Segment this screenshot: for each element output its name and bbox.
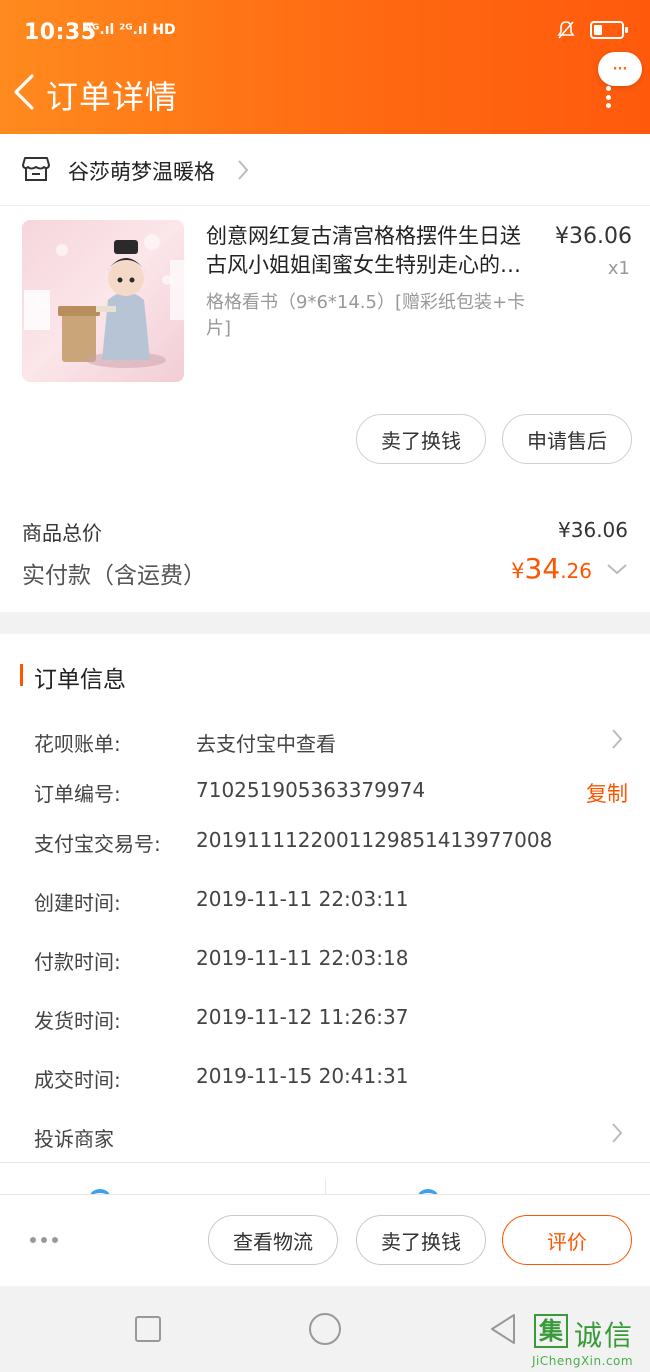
- watermark-url: JiChengXin.com: [532, 1354, 634, 1368]
- goods-total-label: 商品总价: [22, 521, 102, 545]
- status-icons: [556, 20, 628, 40]
- divider: [325, 1179, 326, 1195]
- bottom-action-bar: 查看物流 卖了换钱 评价: [0, 1194, 650, 1286]
- huabei-bill-value[interactable]: 去支付宝中查看: [196, 728, 336, 757]
- section-accent-bar: [20, 664, 23, 686]
- page-title: 订单详情: [46, 78, 179, 116]
- more-actions-icon[interactable]: [30, 1237, 58, 1243]
- order-card: 谷莎萌梦温暖格 创意网红复古清宫格格摆件生日送古风小姐姐闺蜜女生特别走心的礼 ¥…: [0, 134, 650, 612]
- watermark-text: 诚信: [574, 1319, 635, 1352]
- deal-time-label: 成交时间:: [34, 1068, 121, 1092]
- back-triangle-icon[interactable]: [488, 1312, 518, 1346]
- contact-row-partial: [0, 1162, 650, 1195]
- chevron-right-icon[interactable]: [610, 1122, 624, 1144]
- product-sku: 格格看书（9*6*14.5）[赠彩纸包装+卡片]: [206, 292, 526, 339]
- product-price: ¥36.06: [555, 224, 632, 249]
- app-header: 10:35 ⁴ᴳ.ıl ²ᴳ.ıl HD 订单详情 ···: [0, 0, 650, 134]
- chevron-right-icon: [238, 160, 249, 180]
- paid-amount-label: 实付款（含运费）: [22, 563, 206, 589]
- huabei-bill-label: 花呗账单:: [34, 732, 121, 756]
- paid-currency: ¥: [511, 559, 525, 583]
- message-bubble-button[interactable]: ···: [598, 52, 642, 86]
- complain-seller-link[interactable]: 投诉商家: [34, 1123, 114, 1152]
- watermark-mark: 集: [534, 1314, 568, 1348]
- mute-bell-icon: [557, 21, 575, 39]
- shipping-time-value: 2019-11-12 11:26:37: [196, 1005, 409, 1029]
- sell-for-cash-button[interactable]: 卖了换钱: [356, 1215, 486, 1265]
- battery-level: [594, 25, 602, 35]
- shop-name: 谷莎萌梦温暖格: [68, 160, 215, 184]
- status-bar: 10:35 ⁴ᴳ.ıl ²ᴳ.ıl HD: [0, 0, 650, 64]
- recent-apps-icon[interactable]: [135, 1316, 161, 1342]
- shipping-time-label: 发货时间:: [34, 1009, 121, 1033]
- payment-time-value: 2019-11-11 22:03:18: [196, 946, 409, 970]
- after-sales-button[interactable]: 申请售后: [502, 414, 632, 464]
- paid-integer: 34: [524, 552, 561, 585]
- order-number-label: 订单编号:: [34, 782, 121, 806]
- product-quantity: x1: [607, 258, 630, 279]
- created-time-value: 2019-11-11 22:03:11: [196, 887, 409, 911]
- more-menu-icon[interactable]: [604, 86, 612, 108]
- order-info-section: 订单信息 花呗账单: 去支付宝中查看 订单编号: 710251905363379…: [0, 634, 650, 1162]
- back-arrow-icon[interactable]: [10, 72, 40, 112]
- signal-indicator: ⁴ᴳ.ıl ²ᴳ.ıl HD: [86, 22, 176, 38]
- product-image[interactable]: [22, 220, 184, 382]
- copy-button[interactable]: 复制: [586, 778, 628, 808]
- order-info-title: 订单信息: [34, 667, 126, 693]
- battery-icon: [590, 21, 628, 39]
- product-title[interactable]: 创意网红复古清宫格格摆件生日送古风小姐姐闺蜜女生特别走心的礼物: [206, 222, 536, 280]
- chevron-right-icon[interactable]: [610, 728, 624, 750]
- deal-time-value: 2019-11-15 20:41:31: [196, 1064, 409, 1088]
- chevron-down-icon[interactable]: [606, 562, 628, 576]
- paid-amount-value: ¥34.26: [511, 552, 592, 585]
- payment-time-label: 付款时间:: [34, 950, 121, 974]
- view-logistics-button[interactable]: 查看物流: [208, 1215, 338, 1265]
- sell-for-cash-button[interactable]: 卖了换钱: [356, 414, 486, 464]
- alipay-trade-label: 支付宝交易号:: [34, 832, 161, 856]
- goods-total-value: ¥36.06: [558, 518, 628, 542]
- watermark-logo: 集 诚信 JiChengXin.com: [532, 1314, 650, 1372]
- review-button[interactable]: 评价: [502, 1215, 632, 1265]
- shop-icon: [22, 157, 50, 181]
- alipay-trade-value: 2019111122001129851413977008: [196, 828, 553, 852]
- shop-row[interactable]: 谷莎萌梦温暖格: [0, 134, 650, 206]
- created-time-label: 创建时间:: [34, 891, 121, 915]
- home-icon[interactable]: [309, 1313, 341, 1345]
- paid-decimal: .26: [560, 559, 592, 583]
- order-number-value: 710251905363379974: [196, 778, 426, 802]
